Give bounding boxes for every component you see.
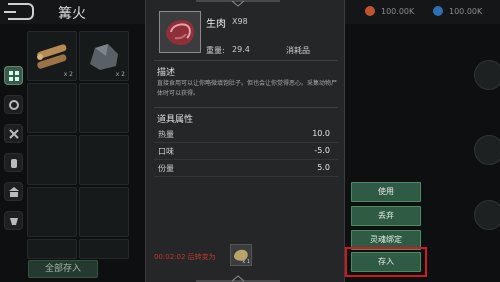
transform-timer: 00:02:02 后转变为 — [154, 253, 216, 261]
coin-icon — [365, 6, 375, 16]
tab-all[interactable] — [4, 66, 23, 85]
gear-icon — [8, 100, 19, 110]
item-description: 直接食用可以让你略微填饱肚子。但也会让你觉得恶心。采集动物尸体时可以获得。 — [157, 80, 338, 97]
attribute-label: 热量 — [158, 130, 174, 139]
currency-2: 100.00K — [433, 4, 482, 18]
grid-icon — [8, 71, 19, 81]
divider — [154, 60, 338, 61]
inventory-slot[interactable] — [79, 135, 129, 185]
divider — [154, 107, 338, 108]
tab-buildings[interactable] — [4, 182, 23, 201]
slot-quantity: x 2 — [115, 71, 125, 78]
inventory-slot[interactable] — [79, 187, 129, 237]
inventory-slot[interactable] — [27, 83, 77, 133]
item-type: 消耗品 — [286, 46, 310, 55]
attribute-value: 10.0 — [312, 129, 330, 138]
misc-icon — [9, 218, 18, 225]
store-all-button[interactable]: 全部存入 — [28, 260, 98, 278]
inventory-slot[interactable] — [27, 135, 77, 185]
slot-quantity: x 2 — [63, 71, 73, 78]
tab-tools[interactable] — [4, 124, 23, 143]
tools-icon — [8, 129, 19, 139]
inventory-slot[interactable] — [79, 239, 129, 259]
gem-icon — [433, 6, 443, 16]
attribute-label: 份量 — [158, 164, 174, 173]
tab-materials[interactable] — [4, 95, 23, 114]
item-count: X98 — [232, 17, 248, 26]
tab-misc[interactable] — [4, 211, 23, 230]
attribute-label: 口味 — [158, 147, 174, 156]
attribute-row: 口味 -5.0 — [154, 143, 338, 160]
attribute-value: -5.0 — [314, 146, 330, 155]
category-tabs — [4, 66, 24, 240]
currency-1: 100.00K — [365, 4, 414, 18]
back-button[interactable] — [4, 3, 34, 20]
currency-value: 100.00K — [381, 6, 415, 16]
tab-gloves[interactable] — [4, 153, 23, 172]
attribute-row: 热量 10.0 — [154, 126, 338, 143]
result-quantity: x 1 — [242, 259, 250, 265]
result-item-frame: x 1 — [230, 244, 252, 266]
bag-icon[interactable] — [474, 200, 500, 230]
inventory-slot[interactable]: x 2 — [27, 31, 77, 81]
item-name: 生肉 — [206, 19, 226, 30]
inventory-slot[interactable] — [27, 239, 77, 259]
weight-label: 重量: — [206, 46, 225, 55]
currency-value: 100.00K — [449, 6, 483, 16]
page-title: 篝火 — [58, 6, 86, 22]
inventory-slot[interactable] — [79, 83, 129, 133]
attributes-title: 道具属性 — [157, 115, 194, 125]
weight-value: 29.4 — [232, 45, 250, 54]
anvil-icon[interactable] — [474, 60, 500, 90]
store-button-highlight — [345, 247, 427, 277]
inventory-slot[interactable]: x 2 — [79, 31, 129, 81]
building-icon — [8, 187, 19, 197]
use-button[interactable]: 使用 — [351, 182, 421, 202]
chest-icon[interactable] — [474, 135, 500, 165]
attribute-row: 份量 5.0 — [154, 160, 338, 177]
item-icon-frame — [159, 11, 201, 53]
raw-meat-icon — [166, 20, 195, 46]
attribute-value: 5.0 — [317, 163, 330, 172]
item-detail-panel: 生肉 X98 重量: 29.4 消耗品 描述 直接食用可以让你略微填饱肚子。但也… — [145, 0, 345, 282]
description-title: 描述 — [157, 68, 176, 78]
hand-icon — [10, 159, 17, 168]
inventory-slot[interactable] — [27, 187, 77, 237]
panel-ornament — [196, 275, 280, 282]
panel-ornament — [196, 0, 280, 7]
discard-button[interactable]: 丢弃 — [351, 206, 421, 226]
